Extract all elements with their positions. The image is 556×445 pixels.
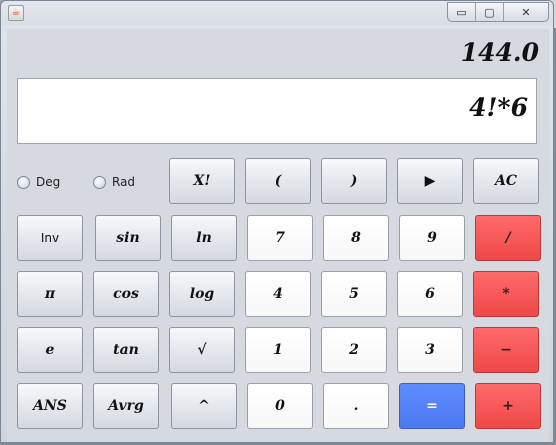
nine-button[interactable]: 9 xyxy=(399,215,465,261)
sqrt-button[interactable]: √ xyxy=(169,327,235,373)
close-button[interactable]: ✕ xyxy=(504,3,548,21)
expression-text: 4!*6 xyxy=(469,93,528,122)
expression-field[interactable]: 4!*6 xyxy=(17,78,537,144)
pi-button[interactable]: π xyxy=(17,271,83,317)
result-display: 144.0 xyxy=(460,38,539,67)
calculator-window: ☕ ▭ ▢ ✕ 144.0 4!*6 Deg Rad X! ( ) ▶ AC I… xyxy=(0,0,554,443)
six-button[interactable]: 6 xyxy=(397,271,463,317)
deg-radio[interactable]: Deg xyxy=(17,174,60,190)
seven-button[interactable]: 7 xyxy=(247,215,313,261)
plus-button[interactable]: + xyxy=(475,383,541,429)
clear-button[interactable]: AC xyxy=(473,158,539,204)
radio-circle xyxy=(93,175,106,189)
radio-circle xyxy=(17,175,30,189)
rad-radio[interactable]: Rad xyxy=(93,174,135,190)
maximize-button[interactable]: ▢ xyxy=(476,3,504,21)
open-paren-button[interactable]: ( xyxy=(245,158,311,204)
sin-button[interactable]: sin xyxy=(95,215,161,261)
minus-button[interactable]: − xyxy=(473,327,539,373)
inv-button[interactable]: Inv xyxy=(17,215,83,261)
dot-button[interactable]: . xyxy=(323,383,389,429)
zero-button[interactable]: 0 xyxy=(247,383,313,429)
minimize-button[interactable]: ▭ xyxy=(448,3,476,21)
java-cup-icon: ☕ xyxy=(8,5,24,21)
backspace-button[interactable]: ▶ xyxy=(397,158,463,204)
multiply-button[interactable]: * xyxy=(473,271,539,317)
e-button[interactable]: e xyxy=(17,327,83,373)
power-button[interactable]: ^ xyxy=(171,383,237,429)
tan-button[interactable]: tan xyxy=(93,327,159,373)
calculator-body: 144.0 4!*6 Deg Rad X! ( ) ▶ AC Inv sin l… xyxy=(7,29,549,442)
factorial-button[interactable]: X! xyxy=(169,158,235,204)
equals-button[interactable]: = xyxy=(399,383,465,429)
deg-label: Deg xyxy=(36,175,61,189)
four-button[interactable]: 4 xyxy=(245,271,311,317)
three-button[interactable]: 3 xyxy=(397,327,463,373)
close-paren-button[interactable]: ) xyxy=(321,158,387,204)
two-button[interactable]: 2 xyxy=(321,327,387,373)
ans-button[interactable]: ANS xyxy=(17,383,83,429)
log-button[interactable]: log xyxy=(169,271,235,317)
title-bar[interactable]: ☕ ▭ ▢ ✕ xyxy=(1,1,553,25)
ln-button[interactable]: ln xyxy=(171,215,237,261)
cos-button[interactable]: cos xyxy=(93,271,159,317)
one-button[interactable]: 1 xyxy=(245,327,311,373)
five-button[interactable]: 5 xyxy=(321,271,387,317)
avrg-button[interactable]: Avrg xyxy=(93,383,159,429)
window-controls: ▭ ▢ ✕ xyxy=(447,2,549,22)
rad-label: Rad xyxy=(112,175,136,189)
eight-button[interactable]: 8 xyxy=(323,215,389,261)
divide-button[interactable]: / xyxy=(475,215,541,261)
